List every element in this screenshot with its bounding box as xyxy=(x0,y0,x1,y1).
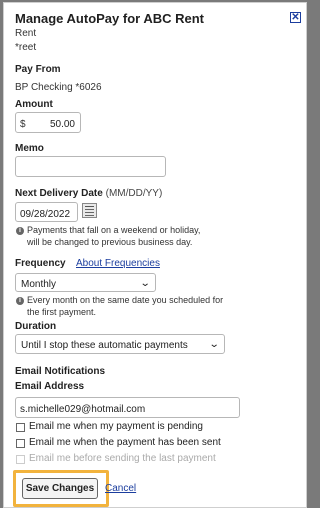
email-value: s.michelle029@hotmail.com xyxy=(20,404,146,415)
delivery-note-line2: will be changed to previous business day… xyxy=(27,237,193,247)
chevron-down-icon: ⌄ xyxy=(208,339,220,350)
info-icon: i xyxy=(16,227,24,235)
duration-label: Duration xyxy=(15,321,57,332)
pay-from-value: BP Checking *6026 xyxy=(15,82,102,93)
info-icon: i xyxy=(16,297,24,305)
frequency-select[interactable]: Monthly ⌄ xyxy=(15,273,156,292)
email-address-label: Email Address xyxy=(15,381,85,392)
last-payment-checkbox xyxy=(16,455,25,464)
dialog-title: Manage AutoPay for ABC Rent xyxy=(15,11,204,26)
currency-symbol: $ xyxy=(20,119,26,130)
delivery-label-group: Next Delivery Date (MM/DD/YY) xyxy=(15,188,162,199)
save-changes-button[interactable]: Save Changes xyxy=(22,478,98,499)
delivery-date-value: 09/28/2022 xyxy=(20,209,71,220)
amount-input[interactable]: $ 50.00 xyxy=(15,112,81,133)
pending-checkbox-label: Email me when my payment is pending xyxy=(29,421,203,432)
duration-select[interactable]: Until I stop these automatic payments ⌄ xyxy=(15,334,225,354)
frequency-note-line2: the first payment. xyxy=(27,307,97,317)
sent-checkbox[interactable] xyxy=(16,439,25,448)
payee-account: *reet xyxy=(15,42,37,53)
email-notifications-heading: Email Notifications xyxy=(15,366,106,377)
chevron-down-icon: ⌄ xyxy=(139,278,151,289)
amount-value: 50.00 xyxy=(49,119,75,130)
pending-checkbox[interactable] xyxy=(16,423,25,432)
autopay-dialog: Manage AutoPay for ABC Rent ✕ Rent *reet… xyxy=(3,2,307,508)
delivery-format: (MM/DD/YY) xyxy=(105,188,163,199)
frequency-selected: Monthly xyxy=(21,279,57,290)
email-input[interactable]: s.michelle029@hotmail.com xyxy=(15,397,240,418)
calendar-icon[interactable] xyxy=(82,203,97,218)
pay-from-label: Pay From xyxy=(15,64,61,75)
memo-input[interactable] xyxy=(15,156,166,177)
about-frequencies-link[interactable]: About Frequencies xyxy=(76,258,160,269)
duration-selected: Until I stop these automatic payments xyxy=(21,340,188,351)
amount-label: Amount xyxy=(15,99,53,110)
payee-name: Rent xyxy=(15,28,37,39)
frequency-note-line1: Every month on the same date you schedul… xyxy=(27,295,224,305)
close-icon[interactable]: ✕ xyxy=(290,12,301,23)
delivery-date-input[interactable]: 09/28/2022 xyxy=(15,202,78,222)
cancel-link[interactable]: Cancel xyxy=(105,483,136,494)
last-payment-checkbox-label: Email me before sending the last payment xyxy=(29,453,216,464)
delivery-label: Next Delivery Date xyxy=(15,188,103,199)
memo-label: Memo xyxy=(15,143,44,154)
sent-checkbox-label: Email me when the payment has been sent xyxy=(29,437,221,448)
frequency-label: Frequency xyxy=(15,258,66,269)
delivery-note-line1: Payments that fall on a weekend or holid… xyxy=(27,225,201,235)
